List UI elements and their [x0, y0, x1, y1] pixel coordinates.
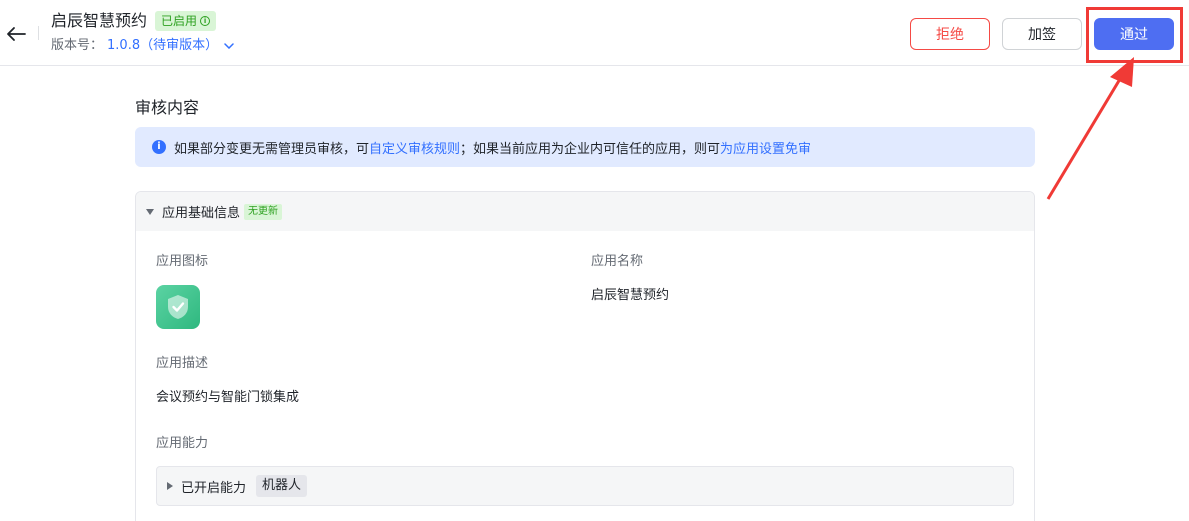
caret-right-icon: [167, 482, 173, 490]
chevron-down-icon[interactable]: [224, 43, 234, 49]
app-title: 启辰智慧预约: [51, 11, 148, 30]
annotation-arrow: [1046, 57, 1134, 200]
no-update-tag: 无更新: [244, 203, 283, 220]
cosign-button[interactable]: 加签: [1002, 18, 1082, 50]
shield-check-icon: [168, 295, 188, 319]
basic-info-card: 应用基础信息 无更新 应用图标 应用名称 启辰智慧预约 应用描述 会议预约与智能…: [135, 191, 1035, 521]
app-name-label: 应用名称: [591, 254, 644, 269]
app-icon-label: 应用图标: [156, 254, 209, 269]
card-title: 应用基础信息: [162, 206, 241, 221]
app-name-value: 启辰智慧预约: [591, 288, 670, 303]
set-exemption-link[interactable]: 为应用设置免审: [720, 138, 811, 157]
app-desc-value: 会议预约与智能门锁集成: [156, 390, 300, 405]
info-icon: i: [152, 140, 166, 154]
back-arrow-icon[interactable]: [4, 22, 28, 46]
status-badge: 已启用 i: [155, 11, 217, 31]
notice-text-1: 如果部分变更无需管理员审核，可: [174, 141, 370, 157]
reject-button[interactable]: 拒绝: [910, 18, 990, 50]
ability-tag-robot: 机器人: [256, 475, 308, 497]
app-ability-label: 应用能力: [156, 436, 209, 451]
approve-button[interactable]: 通过: [1094, 18, 1174, 50]
version-row: 版本号： 1.0.8（待审版本）: [51, 37, 234, 55]
version-selector[interactable]: 1.0.8（待审版本）: [107, 37, 218, 55]
notice-text-2: ；如果当前应用为企业内可信任的应用，则可: [460, 141, 721, 157]
section-title: 审核内容: [135, 98, 200, 117]
version-label: 版本号：: [51, 38, 104, 53]
enabled-abilities-label: 已开启能力: [181, 480, 247, 496]
divider: [38, 26, 39, 40]
app-desc-label: 应用描述: [156, 356, 209, 371]
custom-review-rules-link[interactable]: 自定义审核规则: [369, 138, 460, 157]
basic-info-card-header[interactable]: 应用基础信息 无更新: [136, 192, 1034, 231]
top-bar: 启辰智慧预约 已启用 i 版本号： 1.0.8（待审版本） 拒绝 加签 通过: [0, 0, 1189, 66]
info-icon: i: [200, 16, 211, 26]
notice-banner: i 如果部分变更无需管理员审核，可 自定义审核规则 ；如果当前应用为企业内可信任…: [135, 127, 1035, 167]
enabled-abilities-row[interactable]: 已开启能力 机器人: [156, 466, 1014, 506]
status-badge-label: 已启用: [161, 14, 198, 28]
app-icon: [156, 285, 200, 329]
caret-down-icon: [146, 208, 154, 215]
